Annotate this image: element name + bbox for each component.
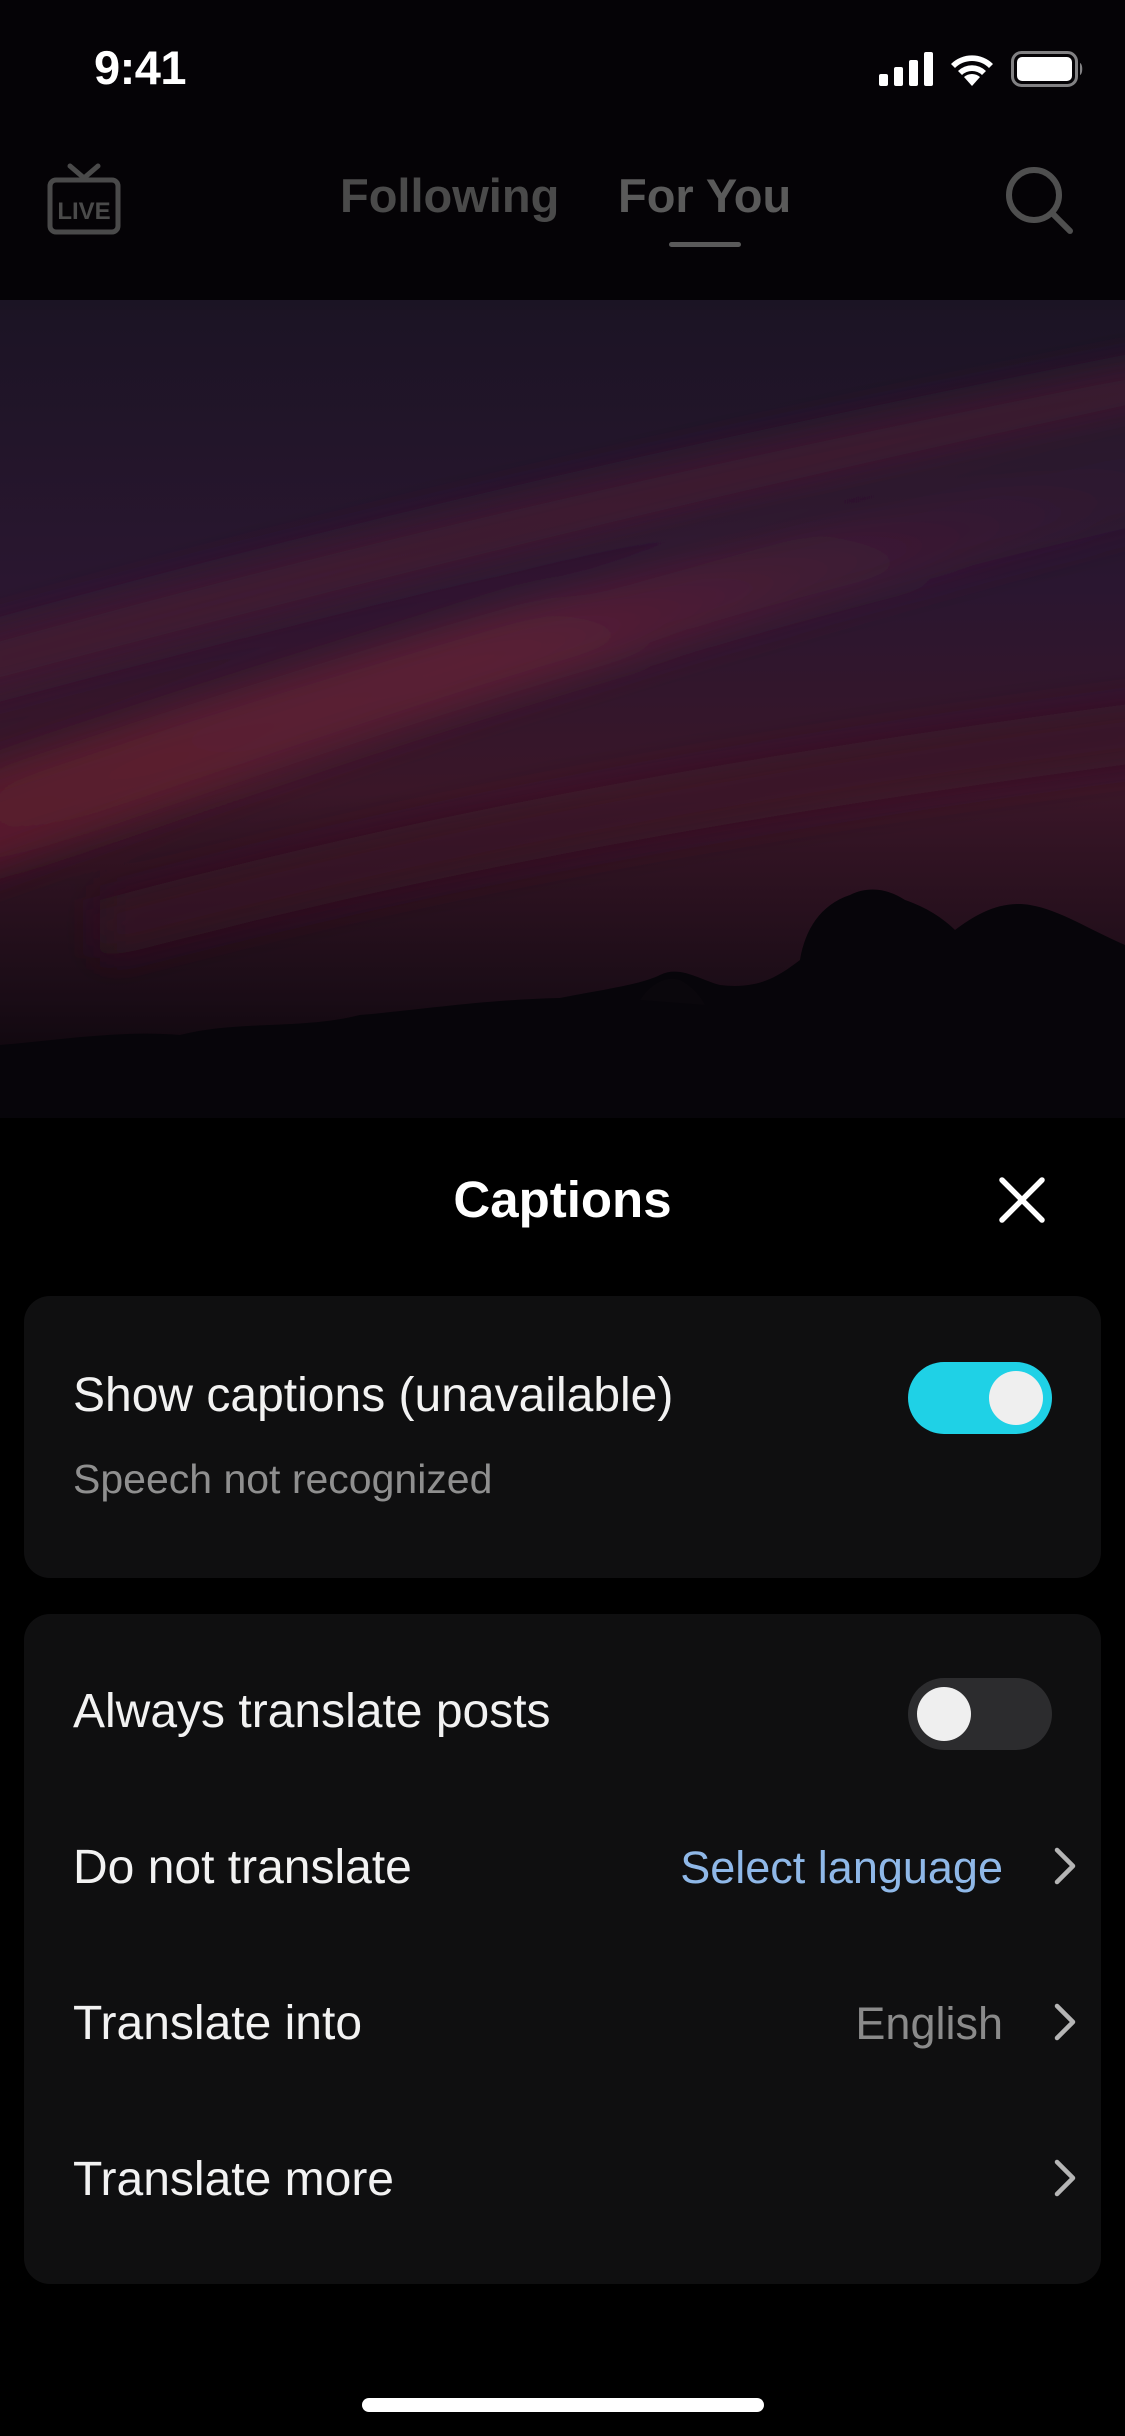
show-captions-card: Show captions (unavailable) Speech not r… [24, 1296, 1101, 1578]
show-captions-toggle[interactable] [908, 1362, 1052, 1434]
status-icons [879, 48, 1085, 90]
always-translate-label: Always translate posts [73, 1685, 551, 1738]
chevron-right-icon [1054, 1847, 1076, 1885]
live-label: LIVE [57, 198, 110, 225]
translate-into-value: English [855, 1998, 1003, 2049]
captions-sheet: Captions Show captions (unavailable) Spe… [0, 1118, 1125, 2436]
chevron-right-icon [1054, 2003, 1076, 2041]
translation-settings-card: Always translate posts Do not translate … [24, 1614, 1101, 2284]
translate-into-label: Translate into [73, 1997, 363, 2050]
battery-icon [1011, 51, 1083, 87]
close-icon [999, 1177, 1045, 1223]
search-icon [1006, 167, 1073, 234]
status-bar: 9:41 [0, 0, 1125, 135]
wifi-icon [951, 55, 993, 86]
show-captions-label: Show captions (unavailable) [73, 1369, 674, 1422]
tab-selected-indicator [669, 242, 741, 247]
do-not-translate-label: Do not translate [73, 1841, 412, 1894]
search-button[interactable] [1003, 164, 1075, 236]
select-language-link[interactable]: Select language [680, 1842, 1003, 1894]
show-captions-sublabel: Speech not recognized [73, 1456, 493, 1502]
translate-more-label: Translate more [73, 2153, 394, 2206]
cellular-signal-icon [879, 52, 933, 86]
toggle-knob [989, 1371, 1043, 1425]
tab-following[interactable]: Following [340, 168, 559, 223]
live-tv-icon: LIVE [47, 163, 121, 235]
status-time: 9:41 [94, 41, 187, 94]
live-button[interactable]: LIVE [46, 160, 122, 240]
toggle-knob [917, 1687, 971, 1741]
chevron-right-icon [1054, 2159, 1076, 2197]
top-nav: LIVE Following For You [0, 140, 1125, 300]
home-indicator[interactable] [362, 2398, 764, 2412]
always-translate-toggle[interactable] [908, 1678, 1052, 1750]
close-button[interactable] [990, 1168, 1054, 1232]
tab-for-you[interactable]: For You [618, 168, 791, 223]
sheet-title: Captions [453, 1171, 672, 1228]
